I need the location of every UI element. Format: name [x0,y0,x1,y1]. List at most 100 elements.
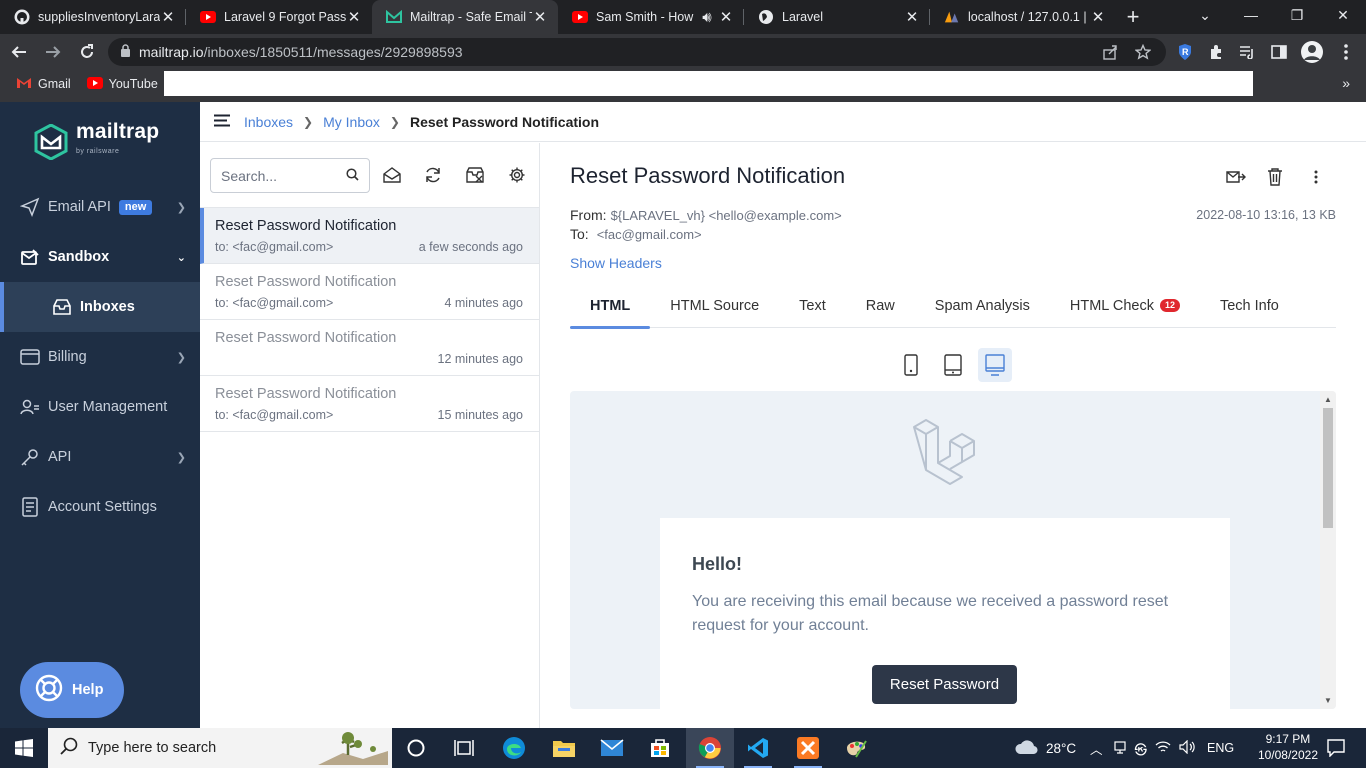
language-indicator[interactable]: ENG [1207,741,1234,755]
forward-icon[interactable] [38,37,68,67]
lock-icon[interactable] [120,44,131,60]
task-view-icon[interactable] [440,728,488,768]
clock[interactable]: 9:17 PM 10/08/2022 [1258,731,1318,763]
reset-password-button[interactable]: Reset Password [872,665,1017,704]
refresh-icon[interactable] [423,165,443,185]
sidebar-item-inboxes[interactable]: Inboxes [0,282,200,332]
paint-icon[interactable] [832,728,880,768]
sidebar-item-api[interactable]: API ❯ [0,432,200,482]
breadcrumb-my-inbox[interactable]: My Inbox [323,114,380,130]
tab-label: HTML Check [1069,297,1154,314]
restore-icon[interactable]: ❐ [1274,0,1320,30]
file-explorer-icon[interactable] [540,728,588,768]
close-icon[interactable]: ✕ [718,8,734,26]
tab-spam-analysis[interactable]: Spam Analysis [915,283,1050,328]
reload-icon[interactable] [72,37,102,67]
preview-scrollbar[interactable]: ▲ ▼ [1320,391,1336,709]
gear-icon[interactable] [507,165,527,185]
browser-tab[interactable]: Sam Smith - How 🔊︎ ✕ [558,0,744,34]
scroll-down-arrow-icon[interactable]: ▼ [1324,696,1332,705]
tab-html-check[interactable]: HTML Check 12 [1050,283,1200,328]
weather-widget[interactable]: 28°C [1014,728,1076,768]
sidebar-item-account-settings[interactable]: Account Settings [0,482,200,532]
more-vert-icon[interactable] [1306,167,1326,187]
window-close-icon[interactable]: ✕ [1320,0,1366,30]
mobile-view-icon[interactable] [894,348,928,382]
sidebar-item-sandbox[interactable]: Sandbox ⌄ [0,232,200,282]
tab-title: Laravel [782,10,823,24]
show-headers-link[interactable]: Show Headers [570,255,662,271]
help-button[interactable]: Help [20,662,124,718]
tab-tech-info[interactable]: Tech Info [1200,283,1299,328]
chevron-up-icon[interactable]: ︿ [1090,739,1103,758]
back-icon[interactable] [4,37,34,67]
windows-start-icon[interactable] [0,728,48,768]
scrollbar-thumb[interactable] [1323,408,1333,528]
taskbar-search[interactable]: Type here to search [48,728,392,768]
tab-raw[interactable]: Raw [846,283,915,328]
speaker-icon[interactable]: 🔊︎ [696,9,718,26]
xampp-icon[interactable] [784,728,832,768]
media-queue-icon[interactable] [1238,43,1256,61]
desktop-view-icon[interactable] [978,348,1012,382]
browser-tab[interactable]: Laravel ✕ [744,0,930,34]
close-icon[interactable]: ✕ [346,8,362,26]
hamburger-menu-icon[interactable] [214,114,230,130]
sidebar-item-email-api[interactable]: Email API new ❯ [0,182,200,232]
extensions-puzzle-icon[interactable] [1207,43,1225,61]
mailtrap-logo[interactable]: mailtrap by railsware [34,121,159,162]
new-tab-button[interactable]: + [1116,0,1150,34]
html-check-count-badge: 12 [1159,299,1180,312]
wifi-icon[interactable] [1155,740,1171,757]
store-icon[interactable] [636,728,684,768]
bookmark-gmail[interactable]: Gmail [16,77,71,92]
message-row[interactable]: Reset Password Notification to: <fac@gma… [200,376,539,432]
scroll-up-arrow-icon[interactable]: ▲ [1324,395,1332,404]
clear-inbox-icon[interactable] [465,165,485,185]
tablet-view-icon[interactable] [936,348,970,382]
chevron-right-double-icon[interactable]: » [1342,75,1350,91]
mark-read-icon[interactable] [382,165,402,185]
ime-icon[interactable]: ㉿ [1135,739,1148,758]
tab-text[interactable]: Text [779,283,846,328]
more-vert-icon[interactable] [1337,43,1355,61]
close-icon[interactable]: ✕ [160,8,176,26]
breadcrumb-inboxes[interactable]: Inboxes [244,114,293,130]
trash-icon[interactable] [1265,167,1285,187]
bookmark-star-icon[interactable] [1134,43,1152,61]
close-icon[interactable]: ✕ [904,8,920,26]
forward-mail-icon[interactable] [1226,167,1246,187]
minimize-icon[interactable]: — [1228,0,1274,30]
mail-icon[interactable] [588,728,636,768]
tab-html-source[interactable]: HTML Source [650,283,779,328]
browser-tab[interactable]: suppliesInventoryLarav ✕ [0,0,186,34]
message-row[interactable]: Reset Password Notification 12 minutes a… [200,320,539,376]
side-panel-icon[interactable] [1270,43,1288,61]
close-icon[interactable]: ✕ [1090,8,1106,26]
message-row[interactable]: Reset Password Notification to: <fac@gma… [200,264,539,320]
browser-tab-active[interactable]: Mailtrap - Safe Email T ✕ [372,0,558,34]
address-bar[interactable]: mailtrap.io/inboxes/1850511/messages/292… [108,38,1166,66]
tab-search-icon[interactable]: ⌄ [1182,0,1228,30]
network-icon[interactable] [1113,740,1127,757]
search-icon[interactable] [346,168,359,186]
edge-icon[interactable] [490,728,538,768]
browser-tab[interactable]: localhost / 127.0.0.1 | p ✕ [930,0,1116,34]
message-row-selected[interactable]: Reset Password Notification to: <fac@gma… [200,208,539,264]
chrome-icon[interactable] [686,728,734,768]
bookmark-youtube[interactable]: YouTube [86,76,158,92]
volume-icon[interactable] [1179,739,1195,757]
browser-tab[interactable]: Laravel 9 Forgot Passw ✕ [186,0,372,34]
notification-icon[interactable] [1312,728,1360,768]
extension-shield-icon[interactable]: R [1176,43,1194,61]
share-icon[interactable] [1101,43,1119,61]
tab-title: Sam Smith - How [596,10,694,24]
profile-avatar-icon[interactable] [1301,41,1323,63]
vscode-icon[interactable] [734,728,782,768]
cortana-icon[interactable] [392,728,440,768]
close-icon[interactable]: ✕ [532,8,548,26]
sandbox-icon [20,247,40,267]
sidebar-item-billing[interactable]: Billing ❯ [0,332,200,382]
tab-html[interactable]: HTML [570,283,651,329]
sidebar-item-user-management[interactable]: User Management [0,382,200,432]
